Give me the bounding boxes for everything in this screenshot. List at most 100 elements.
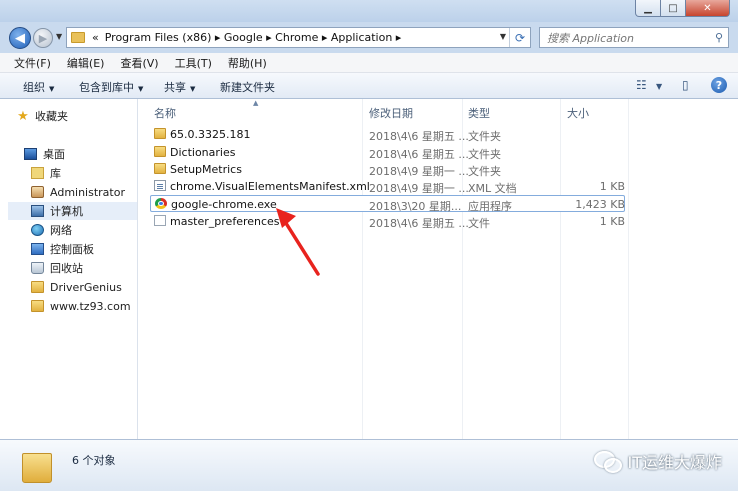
view-options-icon[interactable]: ☷: [636, 78, 647, 92]
explorer-window: ▁ □ ✕ ◀ ▶ ▼ « Program Files (x86) ▸ Goog…: [0, 0, 738, 491]
navigation-pane: ★ 收藏夹 桌面 库 Administrator 计算机 网络 控制面板 回收站 …: [0, 99, 138, 439]
recycle-bin-icon: [31, 262, 44, 274]
chevron-down-icon: ▼: [138, 85, 144, 93]
file-type: 文件夹: [468, 130, 501, 143]
file-type: 文件夹: [468, 148, 501, 161]
search-icon[interactable]: ⚲: [715, 31, 723, 44]
column-header-size[interactable]: 大小: [567, 105, 589, 121]
file-row[interactable]: SetupMetrics 2018\4\9 星期一 ... 文件夹: [150, 161, 625, 178]
search-input[interactable]: [545, 29, 709, 48]
file-row[interactable]: 65.0.3325.181 2018\4\6 星期五 ... 文件夹: [150, 126, 625, 143]
column-divider[interactable]: [628, 99, 629, 439]
forward-button[interactable]: ▶: [33, 28, 53, 48]
library-icon: [31, 167, 44, 179]
control-panel-icon: [31, 243, 44, 255]
file-icon: [154, 215, 166, 226]
menu-help[interactable]: 帮助(H): [218, 55, 273, 71]
address-bar[interactable]: « Program Files (x86) ▸ Google ▸ Chrome …: [66, 27, 531, 48]
nav-administrator-label: Administrator: [50, 185, 125, 199]
file-row-selected[interactable]: google-chrome.exe 2018\3\20 星期... 应用程序 1…: [150, 195, 625, 213]
file-type: XML 文档: [468, 182, 517, 195]
view-options-dropdown[interactable]: ▼: [656, 82, 662, 91]
file-size: 1 KB: [599, 215, 625, 228]
star-icon: ★: [17, 108, 29, 124]
file-name: chrome.VisualElementsManifest.xml: [170, 180, 370, 193]
file-type: 应用程序: [468, 200, 512, 213]
file-name: 65.0.3325.181: [170, 128, 251, 141]
nav-network[interactable]: 网络: [31, 221, 72, 239]
back-button[interactable]: ◀: [9, 27, 31, 49]
command-bar: 组织 ▼ 包含到库中 ▼ 共享 ▼ 新建文件夹 ☷ ▼ ▯ ?: [0, 73, 738, 99]
wechat-icon: [593, 451, 622, 473]
nav-network-label: 网络: [50, 224, 72, 237]
new-folder-button[interactable]: 新建文件夹: [220, 79, 275, 95]
nav-recycle-bin[interactable]: 回收站: [31, 259, 83, 277]
nav-control-panel[interactable]: 控制面板: [31, 240, 94, 258]
file-name: Dictionaries: [170, 146, 236, 159]
menu-file[interactable]: 文件(F): [0, 55, 57, 71]
recent-pages-dropdown[interactable]: ▼: [56, 32, 62, 41]
nav-computer[interactable]: 计算机: [8, 202, 137, 220]
column-header-type[interactable]: 类型: [468, 105, 490, 121]
include-in-library-button[interactable]: 包含到库中 ▼: [79, 79, 143, 95]
nav-desktop[interactable]: 桌面: [24, 145, 65, 163]
file-size: 1 KB: [599, 180, 625, 193]
help-icon[interactable]: ?: [711, 77, 727, 93]
file-type: 文件夹: [468, 165, 501, 178]
search-box[interactable]: ⚲: [539, 27, 729, 48]
preview-pane-icon[interactable]: ▯: [682, 78, 689, 92]
desktop-icon: [24, 148, 37, 160]
watermark-text: IT运维大爆炸: [627, 453, 723, 472]
menu-tools[interactable]: 工具(T): [165, 55, 218, 71]
folder-icon: [31, 281, 44, 293]
column-header-date[interactable]: 修改日期: [369, 105, 413, 121]
nav-drivergenius-label: DriverGenius: [50, 280, 122, 294]
address-history-dropdown[interactable]: ▼: [500, 32, 506, 41]
file-row[interactable]: master_preferences 2018\4\6 星期五 ... 文件 1…: [150, 213, 625, 230]
menu-edit[interactable]: 编辑(E): [57, 55, 111, 71]
share-label: 共享: [164, 81, 186, 94]
close-button[interactable]: ✕: [686, 0, 730, 17]
file-date: 2018\4\6 星期五 ...: [369, 130, 469, 143]
column-header-name[interactable]: 名称: [154, 105, 176, 121]
menu-view[interactable]: 查看(V): [110, 55, 164, 71]
address-row: ◀ ▶ ▼ « Program Files (x86) ▸ Google ▸ C…: [0, 22, 738, 52]
organize-button[interactable]: 组织 ▼: [23, 79, 54, 95]
nav-tz93-label: www.tz93.com: [50, 299, 131, 313]
minimize-button[interactable]: ▁: [635, 0, 661, 17]
file-date: 2018\4\6 星期五 ...: [369, 217, 469, 230]
nav-tz93[interactable]: www.tz93.com: [31, 297, 131, 315]
details-pane: 6 个对象 IT运维大爆炸: [0, 439, 738, 491]
refresh-icon: ⟳: [514, 30, 526, 45]
nav-library[interactable]: 库: [31, 164, 61, 182]
file-name: master_preferences: [170, 215, 280, 228]
address-prefix[interactable]: «: [92, 31, 99, 44]
file-name: google-chrome.exe: [171, 198, 277, 211]
file-name: SetupMetrics: [170, 163, 242, 176]
organize-label: 组织: [23, 81, 45, 94]
refresh-button[interactable]: ⟳: [509, 28, 530, 47]
nav-favorites[interactable]: ★ 收藏夹: [16, 107, 68, 125]
include-in-library-label: 包含到库中: [79, 81, 134, 94]
nav-control-panel-label: 控制面板: [50, 243, 94, 256]
file-row[interactable]: Dictionaries 2018\4\6 星期五 ... 文件夹: [150, 144, 625, 161]
file-list-pane: ▲ 名称 修改日期 类型 大小 65.0.3325.181 2018\4\6 星…: [138, 99, 738, 439]
folder-icon: [31, 300, 44, 312]
share-button[interactable]: 共享 ▼: [164, 79, 195, 95]
chevron-down-icon: ▼: [49, 85, 55, 93]
network-icon: [31, 224, 44, 236]
folder-icon: [71, 32, 85, 43]
file-date: 2018\4\6 星期五 ...: [369, 148, 469, 161]
file-row[interactable]: chrome.VisualElementsManifest.xml 2018\4…: [150, 178, 625, 195]
maximize-button[interactable]: □: [661, 0, 686, 17]
watermark: IT运维大爆炸: [593, 449, 723, 473]
folder-icon: [22, 453, 52, 483]
nav-favorites-label: 收藏夹: [35, 110, 68, 123]
xml-file-icon: [154, 180, 166, 191]
folder-icon: [154, 128, 166, 139]
nav-administrator[interactable]: Administrator: [31, 183, 125, 201]
file-date: 2018\4\9 星期一 ...: [369, 182, 469, 195]
folder-icon: [154, 146, 166, 157]
nav-drivergenius[interactable]: DriverGenius: [31, 278, 122, 296]
address-path[interactable]: Program Files (x86) ▸ Google ▸ Chrome ▸ …: [105, 31, 402, 44]
